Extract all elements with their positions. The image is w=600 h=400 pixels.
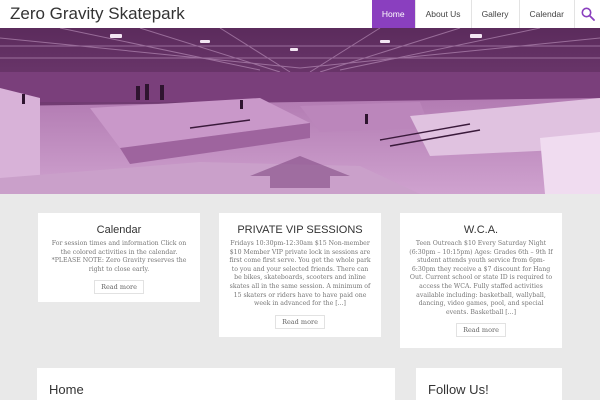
card-title[interactable]: W.C.A. xyxy=(408,224,554,236)
skatepark-panorama-image xyxy=(0,28,600,194)
read-more-button[interactable]: Read more xyxy=(275,314,325,329)
search-button[interactable] xyxy=(574,0,600,28)
search-icon xyxy=(581,7,595,21)
card-excerpt: For session times and information Click … xyxy=(51,240,187,273)
main-content-panel: Home xyxy=(37,368,395,400)
site-title[interactable]: Zero Gravity Skatepark xyxy=(10,4,185,24)
sidebar-heading: Follow Us! xyxy=(428,382,489,397)
nav-item-calendar[interactable]: Calendar xyxy=(518,0,575,28)
card-excerpt: Teen Outreach $10 Every Saturday Night (… xyxy=(409,240,553,316)
main-navigation: Home About Us Gallery Calendar xyxy=(371,0,600,28)
card-wca: W.C.A. Teen Outreach $10 Every Saturday … xyxy=(400,213,562,348)
card-calendar: Calendar For session times and informati… xyxy=(38,213,200,302)
nav-item-gallery[interactable]: Gallery xyxy=(470,0,519,28)
page-heading: Home xyxy=(49,382,84,397)
top-bar: Zero Gravity Skatepark Home About Us Gal… xyxy=(0,0,600,28)
nav-item-home[interactable]: Home xyxy=(371,0,415,28)
read-more-button[interactable]: Read more xyxy=(94,280,144,295)
card-private-vip-sessions: PRIVATE VIP SESSIONS Fridays 10:30pm-12:… xyxy=(219,213,381,337)
hero-banner-image xyxy=(0,28,600,194)
sidebar-follow-widget: Follow Us! xyxy=(416,368,562,400)
card-excerpt: Fridays 10:30pm-12:30am $15 Non-member $… xyxy=(229,240,371,308)
nav-item-about-us[interactable]: About Us xyxy=(414,0,471,28)
card-title[interactable]: Calendar xyxy=(46,224,192,236)
card-title[interactable]: PRIVATE VIP SESSIONS xyxy=(227,224,373,236)
read-more-button[interactable]: Read more xyxy=(456,323,506,338)
